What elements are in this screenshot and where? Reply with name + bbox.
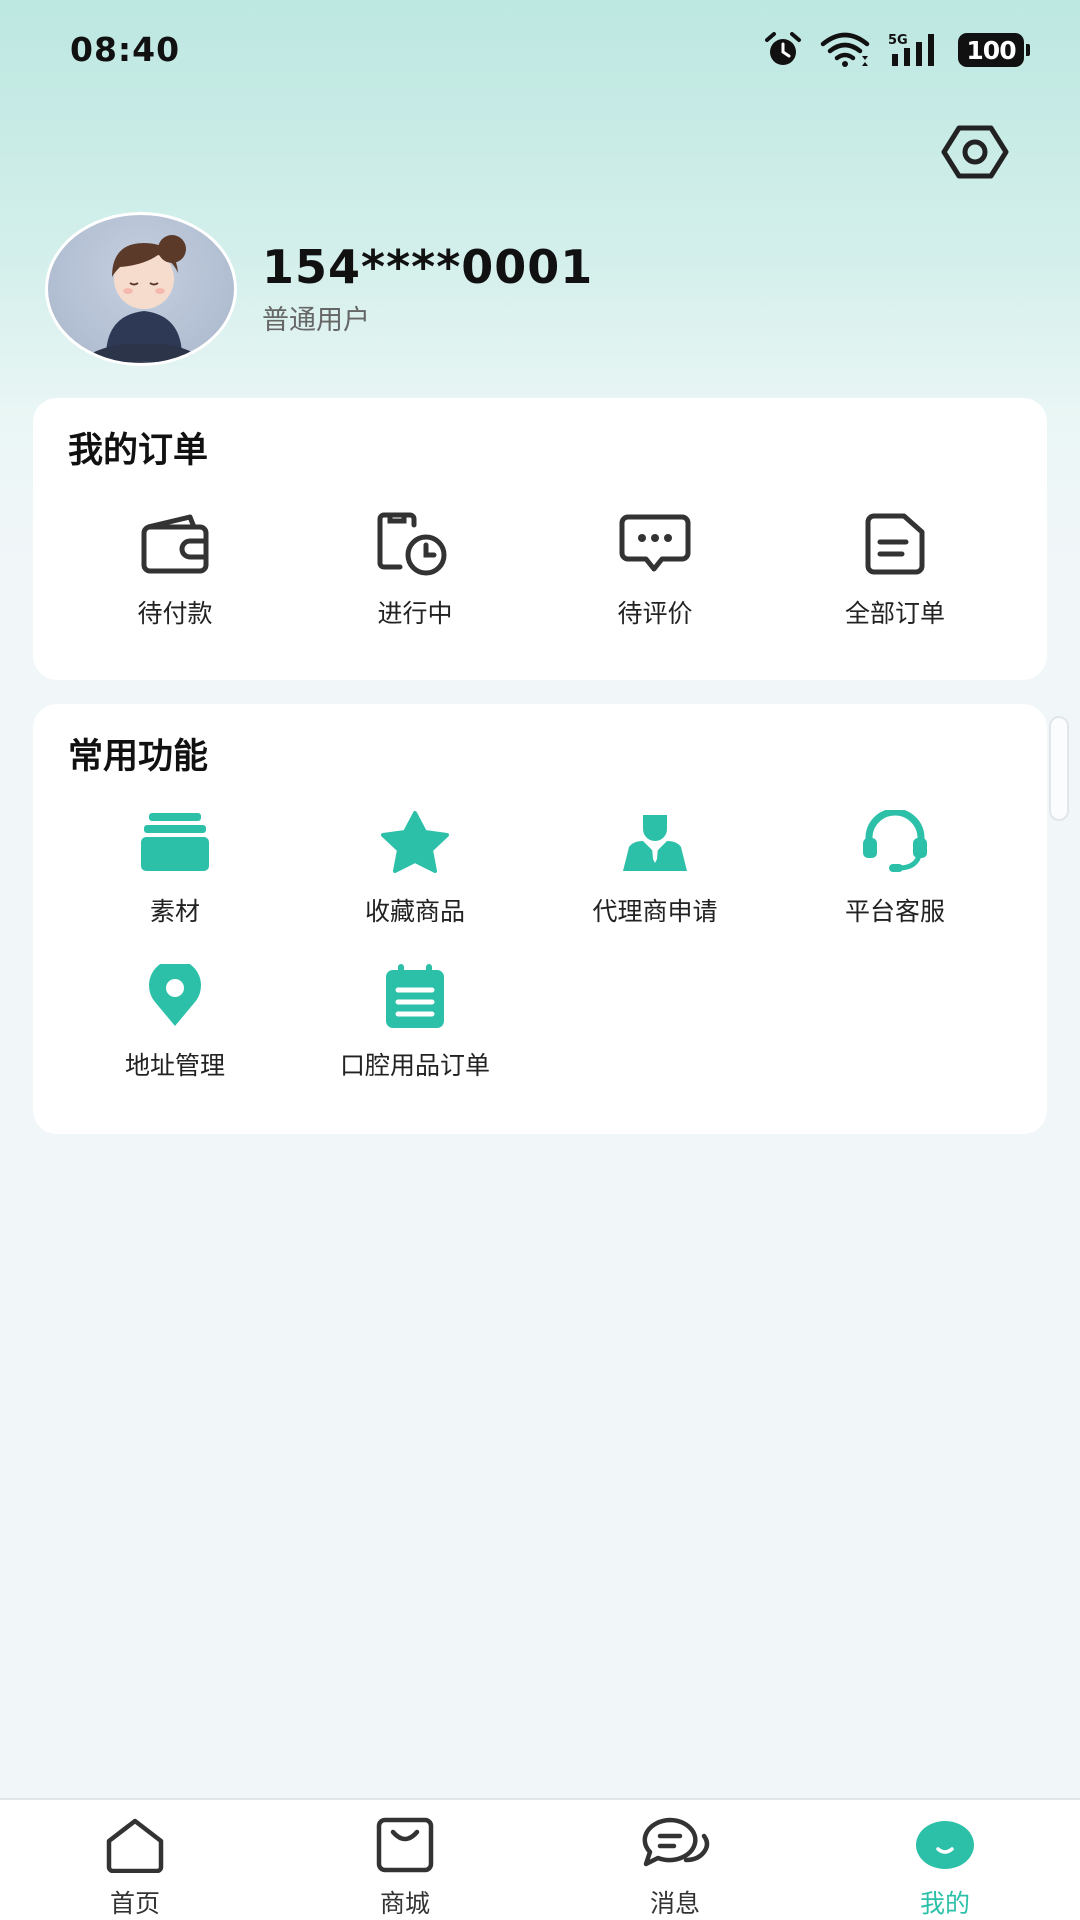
nav-mall-label: 商城 — [379, 1889, 430, 1918]
function-materials[interactable]: 素材 — [55, 806, 295, 928]
nav-messages[interactable]: 消息 — [605, 1814, 745, 1920]
function-address-management[interactable]: 地址管理 — [55, 960, 295, 1082]
functions-card: 常用功能 素材 收藏商品 代理商申请 平台客服 地址管理 口腔用品订单 — [33, 704, 1047, 1134]
function-materials-label: 素材 — [149, 897, 200, 926]
order-all-label: 全部订单 — [844, 599, 945, 628]
nav-messages-label: 消息 — [649, 1889, 700, 1918]
order-pending-review[interactable]: 待评价 — [535, 508, 775, 630]
function-address-management-label: 地址管理 — [124, 1051, 225, 1080]
function-customer-service[interactable]: 平台客服 — [775, 806, 1015, 928]
orders-card: 我的订单 待付款 进行中 待评价 全部订单 — [33, 398, 1047, 680]
function-oral-care-orders[interactable]: 口腔用品订单 — [295, 960, 535, 1082]
message-icon — [642, 1817, 710, 1867]
profile-smile-icon — [916, 1821, 974, 1869]
order-pending-payment-label: 待付款 — [137, 599, 213, 628]
signal-icon: 5G — [888, 32, 940, 68]
nav-mall[interactable]: 商城 — [335, 1814, 475, 1920]
clock-clipboard-icon — [377, 512, 447, 576]
network-type-label: 5G — [888, 33, 908, 48]
settings-hex-icon — [941, 125, 1009, 179]
function-agent-apply[interactable]: 代理商申请 — [535, 806, 775, 928]
function-oral-care-orders-label: 口腔用品订单 — [339, 1051, 490, 1080]
headset-icon — [863, 810, 927, 872]
order-in-progress[interactable]: 进行中 — [295, 508, 535, 630]
stack-icon — [141, 813, 209, 871]
functions-title: 常用功能 — [68, 737, 209, 777]
wifi-icon — [820, 32, 870, 68]
document-icon — [865, 513, 925, 575]
status-icons: 5G 100 — [764, 30, 1030, 70]
battery-icon: 100 — [958, 33, 1030, 67]
nav-home-label: 首页 — [109, 1889, 160, 1918]
nav-home[interactable]: 首页 — [65, 1814, 205, 1920]
settings-button[interactable] — [940, 122, 1010, 182]
function-favorites-label: 收藏商品 — [364, 897, 465, 926]
status-time: 08:40 — [70, 30, 181, 69]
order-all[interactable]: 全部订单 — [775, 508, 1015, 630]
status-bar: 08:40 5G 100 — [0, 0, 1080, 100]
avatar[interactable] — [45, 212, 237, 366]
shopping-bag-icon — [376, 1817, 434, 1873]
home-icon — [106, 1818, 164, 1873]
wallet-icon — [141, 514, 209, 574]
chat-bubble-icon — [619, 514, 691, 572]
clipboard-list-icon — [386, 964, 444, 1028]
nav-profile[interactable]: 我的 — [875, 1814, 1015, 1920]
function-favorites[interactable]: 收藏商品 — [295, 806, 535, 928]
function-customer-service-label: 平台客服 — [844, 897, 945, 926]
function-agent-apply-label: 代理商申请 — [592, 897, 718, 926]
agent-icon — [623, 815, 687, 871]
scroll-indicator[interactable] — [1049, 716, 1069, 821]
star-icon — [381, 811, 449, 873]
order-pending-payment[interactable]: 待付款 — [55, 508, 295, 630]
user-level: 普通用户 — [262, 305, 370, 336]
avatar-illustration — [88, 235, 198, 363]
bottom-nav: 首页 商城 消息 我的 — [0, 1798, 1080, 1920]
user-phone: 154****0001 — [262, 240, 594, 294]
location-pin-icon — [149, 964, 201, 1026]
orders-title: 我的订单 — [68, 431, 209, 471]
nav-profile-label: 我的 — [919, 1889, 970, 1918]
order-in-progress-label: 进行中 — [377, 599, 453, 628]
alarm-icon — [764, 32, 802, 68]
order-pending-review-label: 待评价 — [617, 599, 693, 628]
